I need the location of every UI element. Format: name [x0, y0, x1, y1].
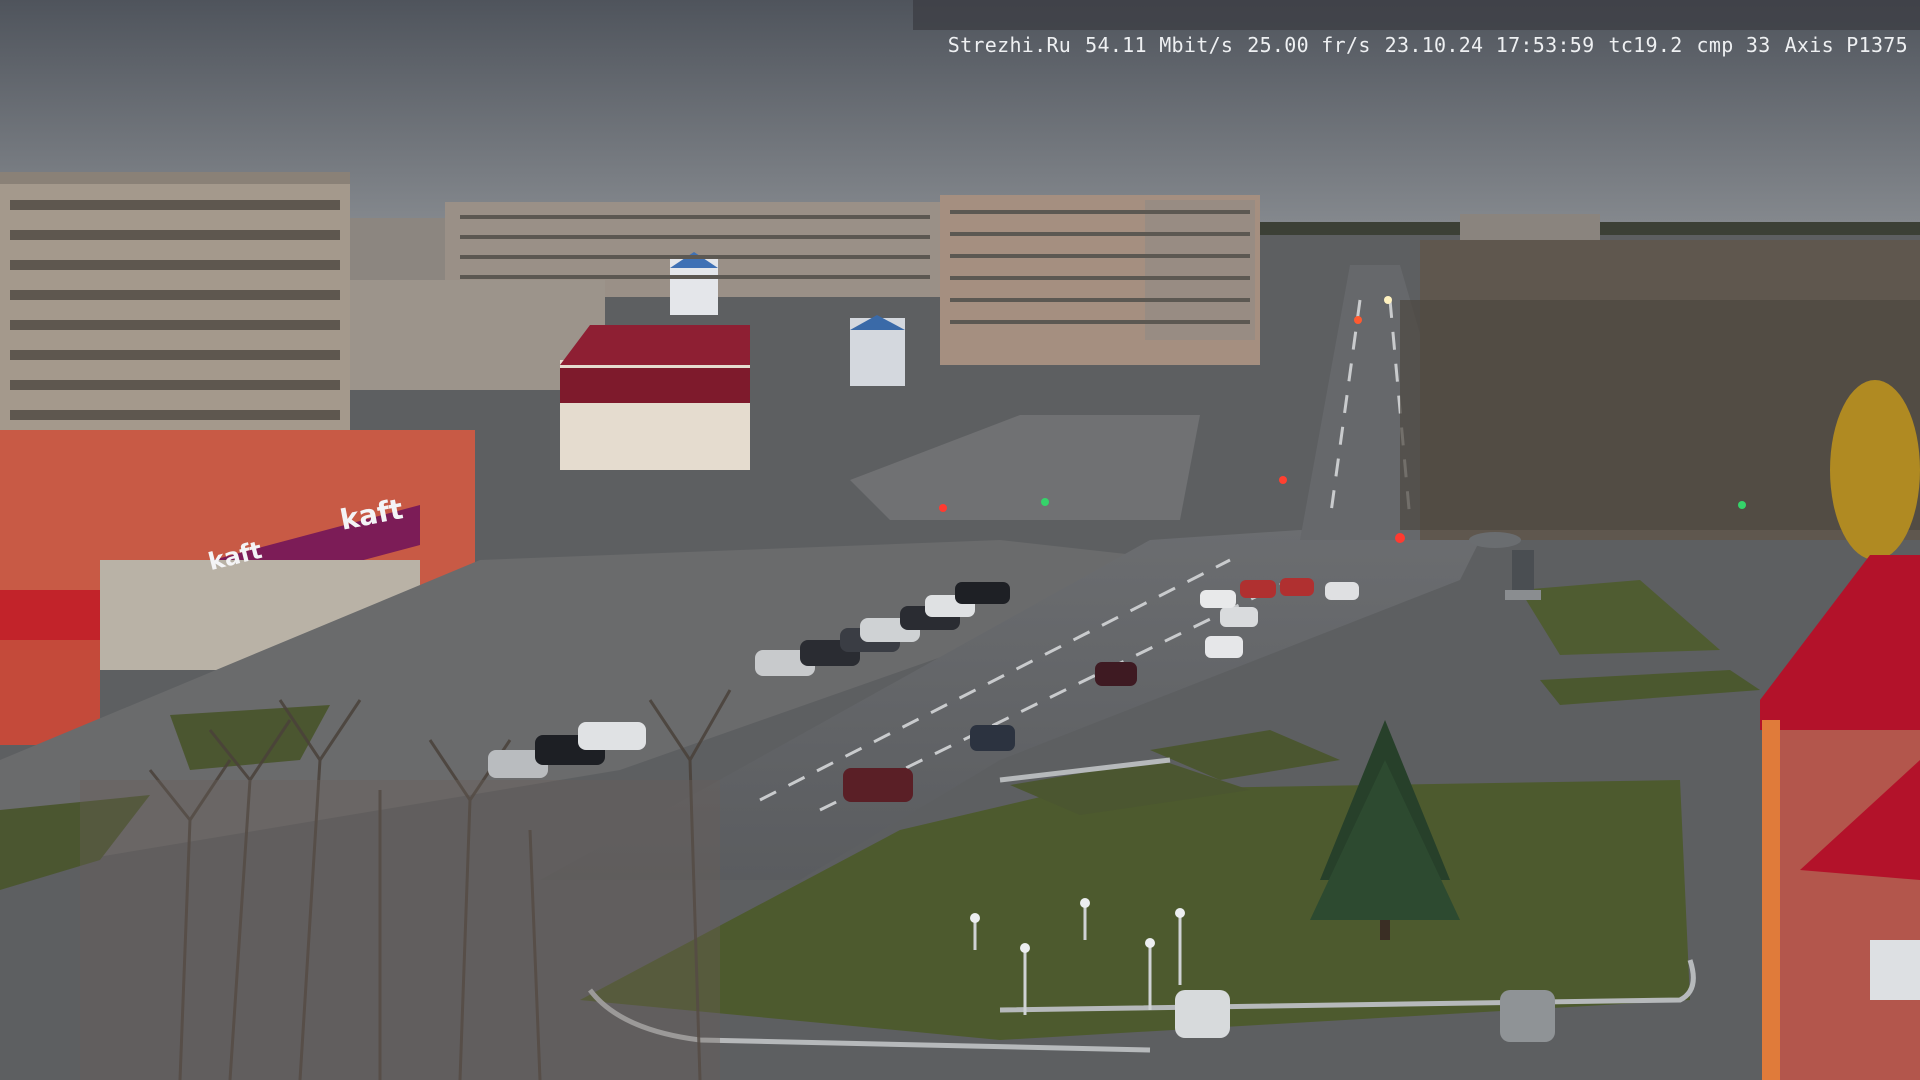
- tree-canopy-haze: [80, 780, 720, 1080]
- camera-osd-bar: Strezhi.Ru 54.11 Mbit/s 25.00 fr/s 23.10.24…: [913, 0, 1920, 57]
- osd-camera-model: Axis P1375: [1784, 33, 1908, 57]
- red-roof-building: [560, 325, 750, 470]
- osd-tc: tc19.2: [1608, 33, 1683, 57]
- osd-bitrate: 54.11 Mbit/s: [1085, 33, 1234, 57]
- osd-site: Strezhi.Ru: [947, 33, 1072, 57]
- osd-framerate: 25.00 fr/s: [1247, 33, 1371, 57]
- osd-datetime: 23.10.24 17:53:59: [1384, 33, 1595, 57]
- webcam-scene: [0, 0, 1920, 1080]
- yellow-tree: [1830, 380, 1920, 560]
- osd-cmp: cmp 33: [1696, 33, 1771, 57]
